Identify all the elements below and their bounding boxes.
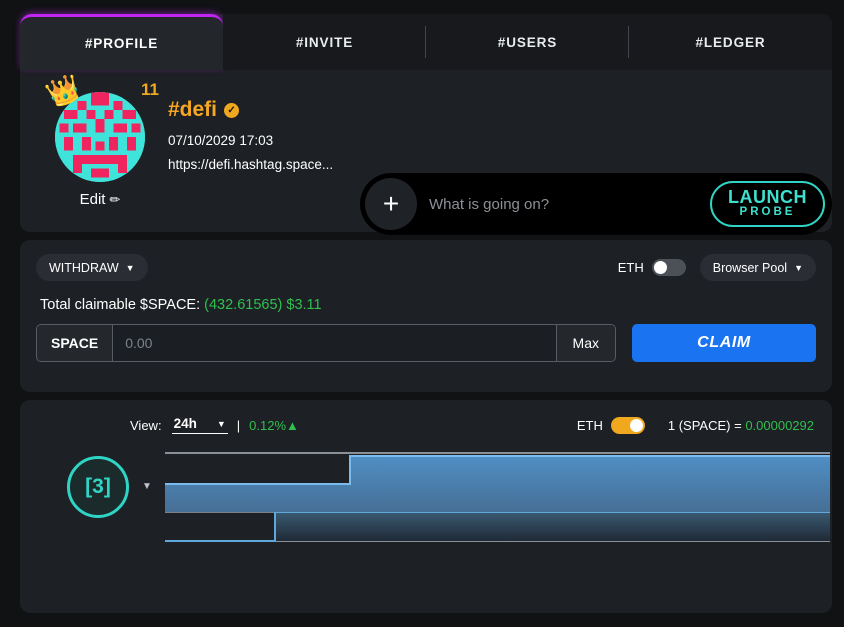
profile-section: 👑 11 Edit ✏ #defi ✓ 07/10/2029 17:03 htt… [20,70,832,277]
chart-toolbar: View: 24h ▼ | 0.12%▲ ETH 1 (SPACE) = 0.0… [20,400,832,434]
tab-ledger-label: #LEDGER [695,34,766,50]
claimable-prefix: Total claimable $SPACE: [40,297,201,313]
rate-row: 1 (SPACE) = 0.00000292 [668,418,814,433]
tab-users[interactable]: #USERS [426,14,629,70]
claim-toolbar: WITHDRAW ▼ ETH Browser Pool ▼ [20,240,832,281]
eth-toggle-group: ETH [618,259,686,276]
pool-label: Browser Pool [712,260,788,275]
max-button[interactable]: Max [555,325,615,361]
area-chart [165,434,832,584]
withdraw-mode-label: WITHDRAW [49,260,119,275]
identicon-icon [55,92,145,182]
avatar-wrapper[interactable]: 👑 11 [42,71,159,182]
claimable-amount: (432.61565) [204,297,283,313]
eth-toggle-label: ETH [617,260,644,275]
amount-input-group: SPACE Max [36,324,616,362]
token-count-badge[interactable]: [3] [67,456,129,518]
launch-probe-button[interactable]: LAUNCH PROBE [710,180,825,228]
claim-input-row: SPACE Max CLAIM [20,313,832,362]
profile-panel: #PROFILE #INVITE #USERS #LEDGER 👑 11 Edi… [20,14,832,277]
chart-eth-toggle-switch[interactable] [610,416,645,434]
tab-bar: #PROFILE #INVITE #USERS #LEDGER [20,14,832,70]
view-label: View: [130,417,162,433]
profile-date: 07/10/2029 17:03 [168,133,274,148]
series-lower-band [165,512,830,541]
chart-eth-label: ETH [576,417,603,433]
tab-invite-label: #INVITE [295,34,354,50]
level-badge: 11 [141,80,159,99]
profile-link[interactable]: https://defi.hashtag.space... [168,157,340,172]
view-range-dropdown[interactable]: 24h ▼ [171,416,228,434]
pool-dropdown[interactable]: Browser Pool ▼ [699,254,816,281]
tab-profile[interactable]: #PROFILE [20,14,223,70]
chevron-down-icon: ▼ [794,262,803,273]
tab-invite[interactable]: #INVITE [223,14,426,70]
launch-probe-line2: PROBE [739,206,796,219]
eth-toggle-switch[interactable] [651,259,686,276]
toggle-knob [629,418,643,432]
toggle-knob [653,261,667,274]
composer-input[interactable] [417,195,710,213]
tab-users-label: #USERS [497,34,558,50]
chart-eth-toggle-group: ETH [576,416,645,434]
pencil-icon: ✏ [109,191,121,207]
chevron-down-icon[interactable]: ▼ [142,481,152,492]
tab-profile-label: #PROFILE [84,36,159,51]
chart-panel: View: 24h ▼ | 0.12%▲ ETH 1 (SPACE) = 0.0… [20,400,832,613]
change-percent: 0.12%▲ [249,417,299,433]
app-root: #PROFILE #INVITE #USERS #LEDGER 👑 11 Edi… [0,0,844,627]
withdraw-mode-dropdown[interactable]: WITHDRAW ▼ [36,254,148,281]
amount-input[interactable] [113,325,556,361]
tab-ledger[interactable]: #LEDGER [629,14,832,70]
edit-profile-button[interactable]: Edit ✏ [80,191,121,208]
composer: + LAUNCH PROBE [360,173,832,235]
claim-panel: WITHDRAW ▼ ETH Browser Pool ▼ Total clai… [20,240,832,392]
profile-handle: #defi ✓ [168,98,340,122]
profile-info: #defi ✓ 07/10/2029 17:03 https://defi.ha… [168,88,340,208]
token-label: SPACE [37,325,114,361]
claimable-usd: $3.11 [286,297,322,313]
avatar-column: 👑 11 Edit ✏ [42,71,159,208]
rate-value: 0.00000292 [745,417,814,433]
chevron-down-icon: ▼ [216,418,226,429]
claim-button[interactable]: CLAIM [632,324,816,362]
avatar[interactable] [55,92,145,182]
view-range-value: 24h [173,416,197,431]
area-chart-svg [165,452,830,542]
toolbar-separator: | [236,417,241,433]
claimable-row: Total claimable $SPACE: (432.61565) $3.1… [20,281,832,313]
verified-icon: ✓ [224,102,240,118]
profile-handle-label: #defi [168,98,218,121]
chart-body: [3] ▼ [20,434,832,584]
launch-probe-line1: LAUNCH [728,186,807,207]
edit-profile-label: Edit [79,191,106,208]
add-media-button[interactable]: + [365,178,417,230]
chevron-down-icon: ▼ [125,262,135,273]
rate-prefix: 1 (SPACE) = [667,417,742,433]
